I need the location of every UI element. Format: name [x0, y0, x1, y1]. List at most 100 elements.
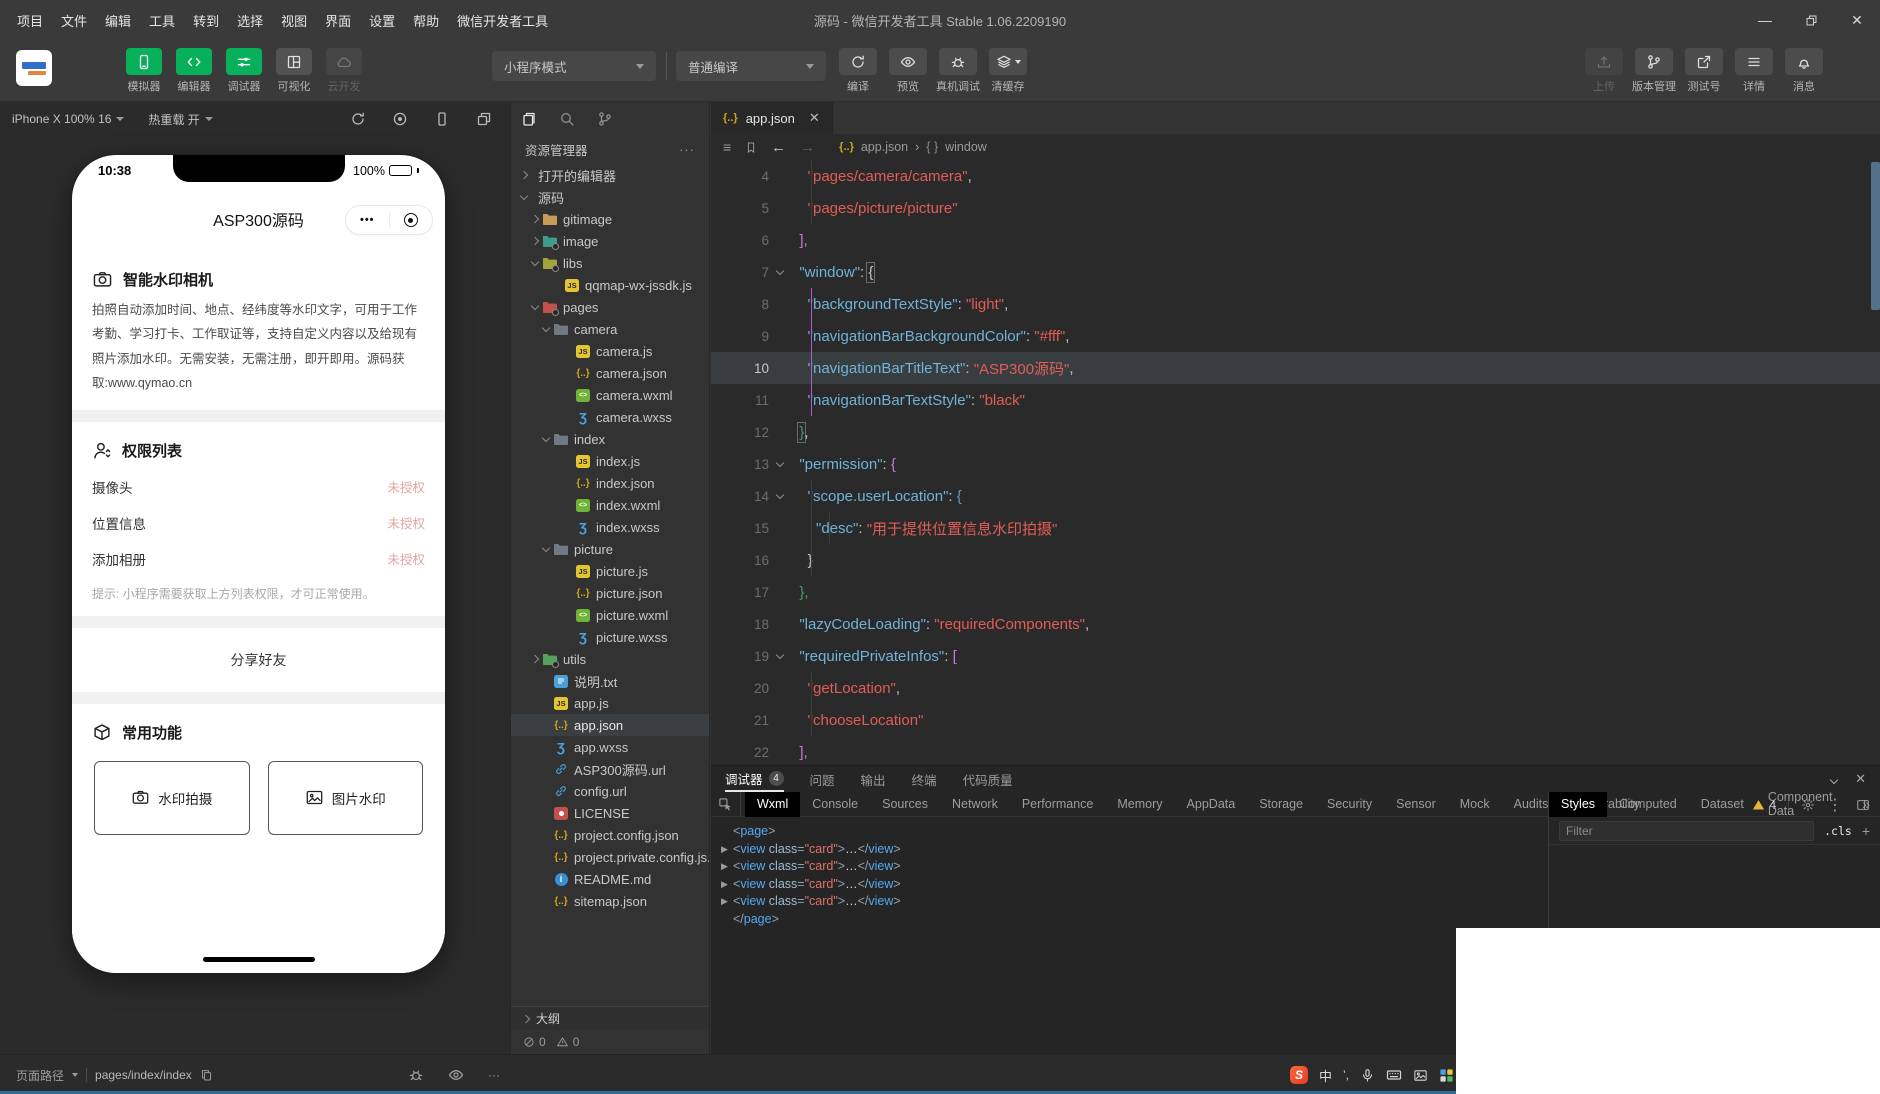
tree-item-app.wxss[interactable]: Ʒapp.wxss [511, 736, 709, 758]
tree-item-camera.js[interactable]: JScamera.js [511, 340, 709, 362]
tree-item-picture.wxss[interactable]: Ʒpicture.wxss [511, 626, 709, 648]
menu-视图[interactable]: 视图 [272, 11, 316, 30]
devtools-tab-sources[interactable]: Sources [870, 792, 940, 817]
devtools-tab-sensor[interactable]: Sensor [1384, 792, 1448, 817]
styles-tab-dataset[interactable]: Dataset [1689, 792, 1756, 817]
tree-item-app.js[interactable]: JSapp.js [511, 692, 709, 714]
more-icon[interactable]: ··· [488, 1068, 500, 1082]
menu-设置[interactable]: 设置 [360, 11, 404, 30]
devtools-tab-mock[interactable]: Mock [1448, 792, 1502, 817]
menu-选择[interactable]: 选择 [228, 11, 272, 30]
code-line-7[interactable]: 7 "window": { [711, 256, 1880, 288]
more-actions-icon[interactable]: ··· [679, 142, 695, 157]
copy-icon[interactable] [200, 1069, 213, 1082]
device-frame-icon[interactable] [434, 111, 450, 127]
outline-list-icon[interactable]: ≡ [723, 139, 731, 155]
keyboard-icon[interactable] [1386, 1067, 1402, 1083]
compile-select[interactable]: 普通编译 [676, 51, 826, 81]
tree-item-源码[interactable]: 源码 [511, 186, 709, 208]
tree-item-index.wxss[interactable]: Ʒindex.wxss [511, 516, 709, 538]
tree-item-ASP300源码.url[interactable]: ASP300源码.url [511, 758, 709, 780]
wxml-node[interactable]: <page> [721, 823, 1548, 841]
code-line-21[interactable]: 21 "chooseLocation" [711, 704, 1880, 736]
code-line-15[interactable]: 15 "desc": "用于提供位置信息水印拍摄" [711, 512, 1880, 544]
tree-item-打开的编辑器[interactable]: 打开的编辑器 [511, 164, 709, 186]
tree-item-utils[interactable]: utils [511, 648, 709, 670]
tree-item-picture[interactable]: picture [511, 538, 709, 560]
tree-item-project.private.config.js...[interactable]: {..}project.private.config.js... [511, 846, 709, 868]
menu-转到[interactable]: 转到 [184, 11, 228, 30]
filter-input[interactable]: Filter [1559, 821, 1814, 841]
wxml-inspector[interactable]: <page>▶<view class="card">…</view>▶<view… [711, 817, 1548, 1054]
permission-status-badge[interactable]: 未授权 [387, 549, 425, 568]
tree-item-libs[interactable]: libs [511, 252, 709, 274]
code-line-20[interactable]: 20 "getLocation", [711, 672, 1880, 704]
menu-编辑[interactable]: 编辑 [96, 11, 140, 30]
code-line-11[interactable]: 11 "navigationBarTextStyle": "black" [711, 384, 1880, 416]
menu-微信开发者工具[interactable]: 微信开发者工具 [448, 11, 557, 30]
git-branch-icon[interactable] [597, 111, 613, 127]
编辑器-button[interactable]: 编辑器 [172, 48, 216, 94]
debug-tab-代码质量[interactable]: 代码质量 [963, 770, 1013, 789]
调试器-button[interactable]: 调试器 [222, 48, 266, 94]
code-line-6[interactable]: 6 ], [711, 224, 1880, 256]
permission-status-badge[interactable]: 未授权 [387, 513, 425, 532]
close-minip-button[interactable] [390, 213, 433, 227]
code-line-5[interactable]: 5 "pages/picture/picture" [711, 192, 1880, 224]
menu-文件[interactable]: 文件 [52, 11, 96, 30]
devtools-tab-storage[interactable]: Storage [1247, 792, 1315, 817]
page-path-label[interactable]: 页面路径 [16, 1067, 64, 1084]
styles-tab-computed[interactable]: Computed [1607, 792, 1689, 817]
code-line-4[interactable]: 4 "pages/camera/camera", [711, 160, 1880, 192]
devtools-tab-performance[interactable]: Performance [1010, 792, 1106, 817]
wxml-node[interactable]: ▶<view class="card">…</view> [721, 876, 1548, 894]
styles-tab-component-data[interactable]: Component Data [1756, 792, 1862, 817]
mode-select[interactable]: 小程序模式 [492, 51, 656, 81]
tree-item-sitemap.json[interactable]: {..}sitemap.json [511, 890, 709, 912]
tree-item-index.js[interactable]: JSindex.js [511, 450, 709, 472]
code-line-19[interactable]: 19 "requiredPrivateInfos": [ [711, 640, 1880, 672]
tree-item-LICENSE[interactable]: LICENSE [511, 802, 709, 824]
device-select[interactable]: iPhone X 100% 16 [0, 112, 136, 126]
more-tabs-chevron[interactable]: » [1862, 796, 1880, 812]
tree-item-gitimage[interactable]: gitimage [511, 208, 709, 230]
水印拍摄-button[interactable]: 水印拍摄 [94, 761, 250, 835]
project-avatar[interactable] [16, 50, 52, 86]
code-line-9[interactable]: 9 "navigationBarBackgroundColor": "#fff"… [711, 320, 1880, 352]
minimize-button[interactable]: — [1742, 0, 1788, 40]
menu-项目[interactable]: 项目 [8, 11, 52, 30]
预览-button[interactable]: 预览 [886, 48, 930, 94]
清缓存-button[interactable]: 清缓存 [986, 48, 1030, 94]
maximize-button[interactable] [1788, 0, 1834, 40]
debug-tab-终端[interactable]: 终端 [912, 770, 937, 789]
menu-工具[interactable]: 工具 [140, 11, 184, 30]
tree-item-说明.txt[interactable]: 说明.txt [511, 670, 709, 692]
tree-item-camera.json[interactable]: {..}camera.json [511, 362, 709, 384]
fold-chevron-icon[interactable] [769, 495, 791, 498]
bug-icon[interactable] [408, 1067, 424, 1083]
code-line-18[interactable]: 18 "lazyCodeLoading": "requiredComponent… [711, 608, 1880, 640]
tree-item-app.json[interactable]: {..}app.json [511, 714, 709, 736]
图片水印-button[interactable]: 图片水印 [268, 761, 424, 835]
close-tab-icon[interactable]: ✕ [809, 110, 820, 126]
tree-item-project.config.json[interactable]: {..}project.config.json [511, 824, 709, 846]
files-icon[interactable] [521, 111, 537, 127]
share-friends-button[interactable]: 分享好友 [72, 628, 445, 692]
tree-item-camera[interactable]: camera [511, 318, 709, 340]
bookmark-icon[interactable] [745, 141, 757, 154]
problems-counts[interactable]: 0 0 [511, 1030, 709, 1054]
版本管理-button[interactable]: 版本管理 [1632, 48, 1676, 94]
模拟器-button[interactable]: 模拟器 [122, 48, 166, 94]
image-frame-icon[interactable] [1413, 1068, 1428, 1083]
close-panel-icon[interactable]: ✕ [1855, 771, 1866, 787]
mic-icon[interactable] [1360, 1068, 1375, 1083]
hot-reload-toggle[interactable]: 热重载 开 [136, 111, 224, 128]
close-button[interactable]: ✕ [1834, 0, 1880, 40]
code-line-8[interactable]: 8 "backgroundTextStyle": "light", [711, 288, 1880, 320]
tree-item-camera.wxss[interactable]: Ʒcamera.wxss [511, 406, 709, 428]
devtools-tab-network[interactable]: Network [940, 792, 1010, 817]
详情-button[interactable]: 详情 [1732, 48, 1776, 94]
sogou-icon[interactable]: S [1290, 1066, 1308, 1084]
tree-item-index.json[interactable]: {..}index.json [511, 472, 709, 494]
outline-section[interactable]: 大纲 [511, 1006, 709, 1030]
